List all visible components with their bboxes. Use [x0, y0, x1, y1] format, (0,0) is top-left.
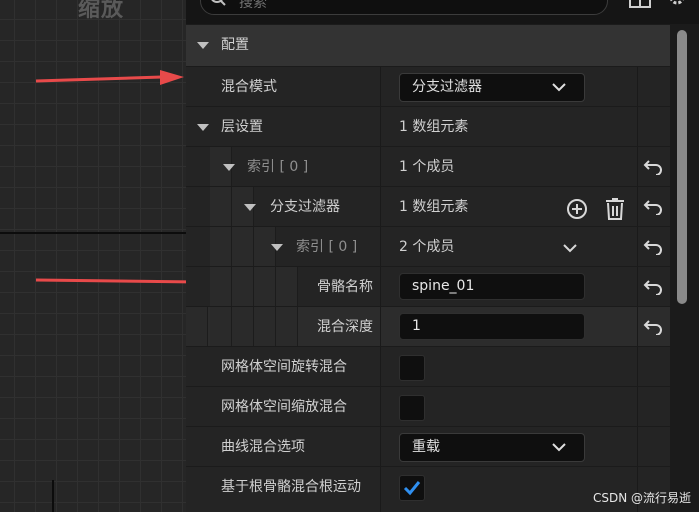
chevron-down-icon	[552, 443, 566, 452]
section-title: 配置	[221, 37, 249, 53]
property-label: 曲线混合选项	[221, 439, 305, 455]
checkmark-icon	[403, 481, 421, 496]
reset-icon[interactable]	[643, 159, 663, 175]
chevron-down-icon	[552, 83, 566, 92]
collapse-arrow-icon[interactable]	[271, 244, 283, 251]
property-label: 索引 [ 0 ]	[247, 159, 309, 175]
dropdown-value: 重载	[412, 439, 440, 455]
trash-icon[interactable]	[605, 198, 625, 220]
mesh-space-scale-checkbox[interactable]	[399, 395, 425, 421]
property-row-mesh-space-scale: 网格体空间缩放混合	[186, 386, 670, 426]
reset-icon[interactable]	[643, 279, 663, 295]
graph-wire	[52, 480, 54, 512]
graph-title: 缩放	[78, 0, 125, 22]
collapse-arrow-icon[interactable]	[197, 42, 209, 49]
mesh-space-rotation-checkbox[interactable]	[399, 355, 425, 381]
collapse-arrow-icon[interactable]	[223, 164, 235, 171]
reset-icon[interactable]	[643, 239, 663, 255]
property-label: 层设置	[221, 119, 263, 135]
property-label: 混合模式	[221, 79, 277, 95]
property-row-blend-mode: 混合模式 分支过滤器	[186, 66, 670, 106]
scrollbar-thumb[interactable]	[677, 30, 687, 304]
blend-depth-input[interactable]: 1	[399, 313, 585, 340]
search-icon	[211, 0, 226, 6]
blend-mode-dropdown[interactable]: 分支过滤器	[399, 73, 585, 102]
property-row-bone-name: 骨骼名称 spine_01	[186, 266, 670, 307]
property-label: 骨骼名称	[317, 279, 373, 295]
add-element-icon[interactable]	[566, 198, 588, 220]
chevron-down-icon[interactable]	[563, 244, 577, 253]
root-motion-checkbox[interactable]	[399, 475, 425, 501]
section-config[interactable]: 配置	[186, 24, 670, 66]
input-value: spine_01	[412, 278, 475, 294]
collapse-arrow-icon[interactable]	[197, 124, 209, 131]
curve-blend-dropdown[interactable]: 重载	[399, 433, 585, 462]
annotation-arrow	[35, 70, 184, 85]
reset-icon[interactable]	[643, 319, 663, 335]
property-label: 索引 [ 0 ]	[296, 239, 358, 255]
property-label: 网格体空间缩放混合	[221, 399, 347, 415]
property-value: 1 数组元素	[399, 199, 469, 215]
layout-icon[interactable]	[628, 0, 652, 8]
search-placeholder: 搜索	[239, 0, 267, 11]
property-row-curve-blend: 曲线混合选项 重载	[186, 426, 670, 466]
collapse-arrow-icon[interactable]	[244, 204, 256, 211]
input-value: 1	[412, 318, 421, 334]
gear-icon[interactable]	[666, 0, 688, 10]
details-panel: 配置 混合模式 分支过滤器 层设置 1 数组元素 索引 [ 0 ] 1 个成员	[186, 24, 670, 512]
property-row-branch-filters[interactable]: 分支过滤器 1 数组元素	[186, 186, 670, 227]
property-label: 分支过滤器	[270, 199, 340, 215]
property-label: 网格体空间旋转混合	[221, 359, 347, 375]
property-label: 基于根骨骼混合根运动	[221, 479, 361, 495]
property-value: 1 个成员	[399, 159, 455, 175]
watermark: CSDN @流行易逝	[593, 491, 692, 505]
property-row-mesh-space-rotation: 网格体空间旋转混合	[186, 346, 670, 386]
property-row-inner-index-0[interactable]: 索引 [ 0 ] 2 个成员	[186, 226, 670, 267]
property-row-layer-setup[interactable]: 层设置 1 数组元素	[186, 106, 670, 146]
dropdown-value: 分支过滤器	[412, 79, 482, 95]
graph-wire	[0, 232, 186, 234]
search-input[interactable]: 搜索	[200, 0, 608, 15]
property-row-index-0[interactable]: 索引 [ 0 ] 1 个成员	[186, 146, 670, 187]
property-value: 2 个成员	[399, 239, 455, 255]
property-row-blend-depth: 混合深度 1	[186, 306, 670, 347]
bone-name-input[interactable]: spine_01	[399, 273, 585, 300]
property-label: 混合深度	[317, 319, 373, 335]
reset-icon[interactable]	[643, 199, 663, 215]
property-value: 1 数组元素	[399, 119, 469, 135]
